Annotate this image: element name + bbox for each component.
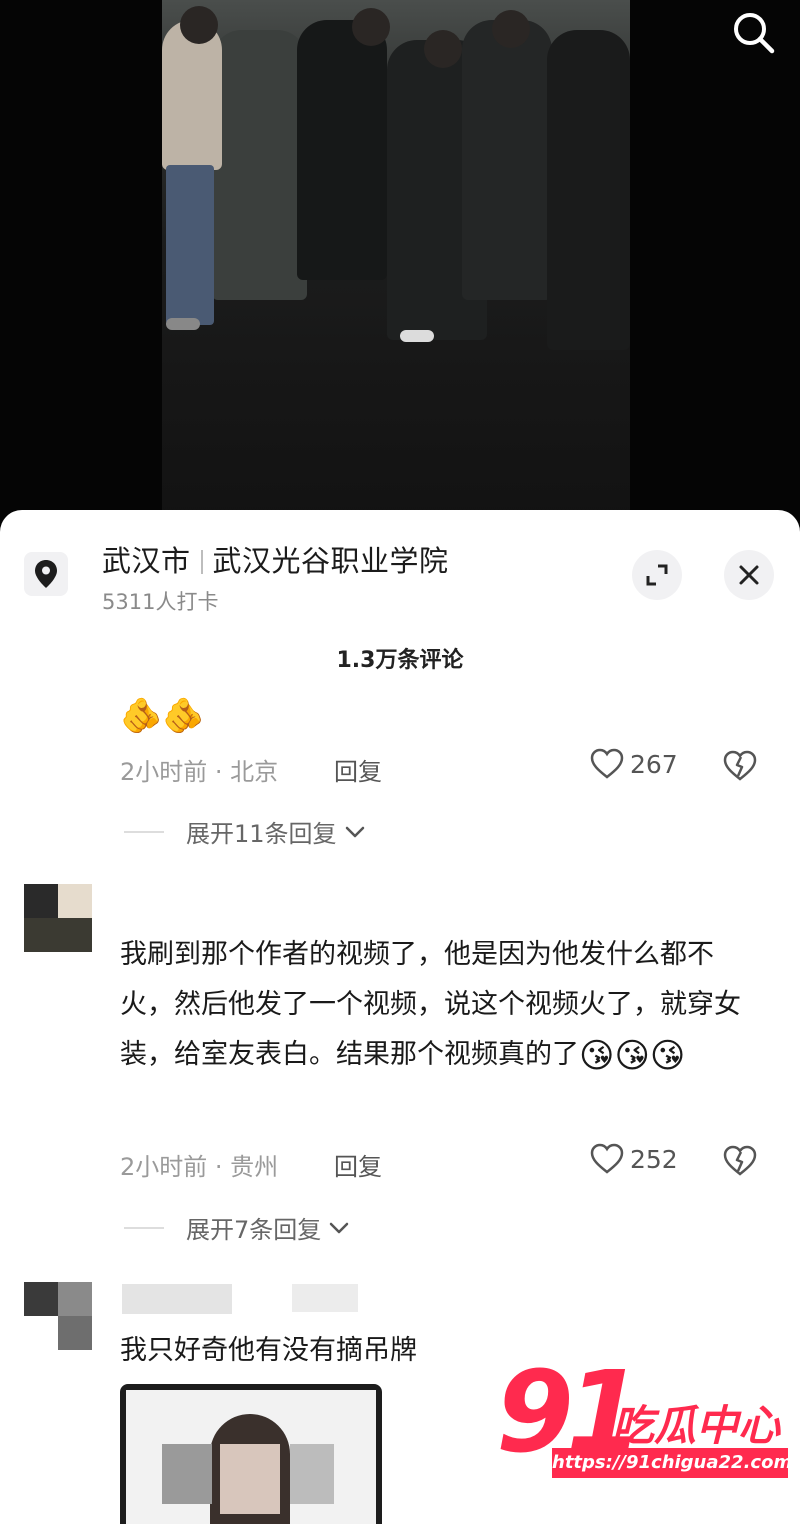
- dislike-heart-icon: [723, 1145, 757, 1176]
- dislike-button[interactable]: [722, 750, 758, 786]
- reply-button[interactable]: 回复: [334, 1147, 382, 1182]
- comment-time: 2小时前: [120, 1153, 208, 1181]
- heart-icon: [590, 748, 624, 779]
- like-count: 252: [630, 1144, 678, 1174]
- crowd-figure-legs: [166, 165, 214, 325]
- comment-time: 2小时前: [120, 758, 208, 786]
- avatar[interactable]: [24, 1282, 92, 1350]
- location-title: 武汉市 武汉光谷职业学院: [102, 538, 449, 580]
- username-badge-blurred: [292, 1284, 358, 1312]
- expand-replies-label: 展开11条回复: [186, 820, 337, 848]
- search-icon: [734, 13, 775, 54]
- location-checkins: 5311人打卡: [102, 590, 219, 614]
- watermark-url: https://91chigua22.com: [552, 1448, 792, 1478]
- comment-region: 贵州: [230, 1153, 279, 1181]
- location-pin-box: [24, 552, 68, 596]
- comment-emoji: 🫵🫵: [120, 695, 205, 736]
- comment-meta: 2小时前 · 贵州: [120, 1153, 279, 1181]
- app-root: 武汉市 武汉光谷职业学院 5311人打卡 1.3万条评论 🫵🫵 2小时前 · 北…: [0, 0, 800, 1524]
- close-button[interactable]: [724, 550, 774, 600]
- divider-dash: [124, 830, 164, 833]
- expand-replies-button[interactable]: 展开11条回复: [124, 814, 367, 849]
- like-button[interactable]: 267: [590, 748, 678, 780]
- like-count: 267: [630, 749, 678, 779]
- chevron-down-icon: [345, 826, 364, 837]
- location-row[interactable]: 武汉市 武汉光谷职业学院 5311人打卡: [24, 538, 784, 618]
- dislike-button[interactable]: [722, 1145, 758, 1181]
- search-button[interactable]: [726, 8, 782, 56]
- comment-count-header: 1.3万条评论: [336, 648, 464, 673]
- dislike-heart-icon: [723, 750, 757, 781]
- divider-dash: [124, 1226, 164, 1229]
- comment-text: 🫵🫵: [120, 690, 205, 740]
- location-place: 武汉光谷职业学院: [212, 544, 449, 578]
- crowd-head: [492, 10, 530, 48]
- location-divider: [200, 550, 203, 574]
- video-frame[interactable]: [162, 0, 630, 530]
- reply-button[interactable]: 回复: [334, 752, 382, 787]
- comment-text: 我刷到那个作者的视频了，他是因为他发什么都不火，然后他发了一个视频，说这个视频火…: [120, 930, 760, 1080]
- close-icon: [739, 565, 759, 585]
- video-player[interactable]: [0, 0, 800, 530]
- crowd-shoe: [400, 330, 434, 342]
- location-city: 武汉市: [102, 544, 191, 578]
- comment-body: 我只好奇他有没有摘吊牌: [120, 1335, 417, 1366]
- heart-icon: [590, 1143, 624, 1174]
- expand-replies-label: 展开7条回复: [186, 1216, 322, 1244]
- expand-button[interactable]: [632, 550, 682, 600]
- expand-icon: [646, 564, 668, 586]
- crowd-figure: [547, 30, 630, 350]
- avatar[interactable]: [24, 884, 92, 952]
- like-button[interactable]: 252: [590, 1143, 678, 1175]
- crowd-figure: [297, 20, 387, 280]
- comment-text: 我只好奇他有没有摘吊牌: [120, 1326, 417, 1376]
- comment-region: 北京: [230, 758, 279, 786]
- crowd-figure: [462, 20, 552, 300]
- watermark-name: 吃瓜中心: [612, 1401, 781, 1450]
- crowd-shoe: [166, 318, 200, 330]
- comment-meta: 2小时前 · 北京: [120, 758, 279, 786]
- username-blurred: [122, 1284, 232, 1314]
- crowd-figure: [212, 30, 307, 300]
- expand-replies-button[interactable]: 展开7条回复: [124, 1210, 351, 1245]
- location-pin-icon: [35, 560, 57, 588]
- comment-image[interactable]: [120, 1384, 382, 1524]
- crowd-head: [352, 8, 390, 46]
- comment-emoji: 😘😘😘: [579, 1035, 686, 1076]
- chevron-down-icon: [330, 1222, 349, 1233]
- crowd-head: [180, 6, 218, 44]
- watermark: 91 吃瓜中心 https://91chigua22.com: [496, 1348, 796, 1492]
- crowd-head: [424, 30, 462, 68]
